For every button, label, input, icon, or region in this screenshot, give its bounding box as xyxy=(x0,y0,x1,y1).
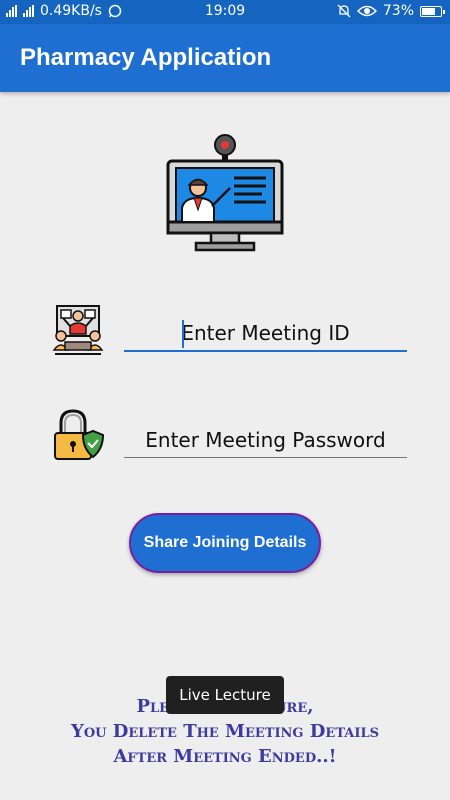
battery-level xyxy=(422,7,436,15)
app-bar: Pharmacy Application xyxy=(0,24,450,92)
share-joining-details-button[interactable]: Share Joining Details xyxy=(129,513,321,573)
status-right: 73% xyxy=(337,3,445,19)
battery-percent: 73% xyxy=(382,3,414,19)
note-line-3: After Meeting Ended..! xyxy=(113,746,337,767)
online-lecture-monitor-icon xyxy=(166,134,284,252)
meeting-password-input[interactable] xyxy=(124,422,407,458)
mute-icon xyxy=(337,4,351,18)
status-bar: 0.49KB/s 19:09 73% xyxy=(0,0,450,24)
toast-message: Live Lecture xyxy=(166,676,284,714)
app-title: Pharmacy Application xyxy=(20,44,272,71)
meeting-id-input[interactable] xyxy=(124,316,407,352)
note-line-2: You Delete The Meeting Details xyxy=(71,721,379,742)
battery-icon xyxy=(420,5,445,17)
meeting-group-icon xyxy=(52,305,104,355)
eye-icon xyxy=(356,5,377,17)
text-caret xyxy=(182,320,184,348)
padlock-shield-icon xyxy=(54,409,105,460)
